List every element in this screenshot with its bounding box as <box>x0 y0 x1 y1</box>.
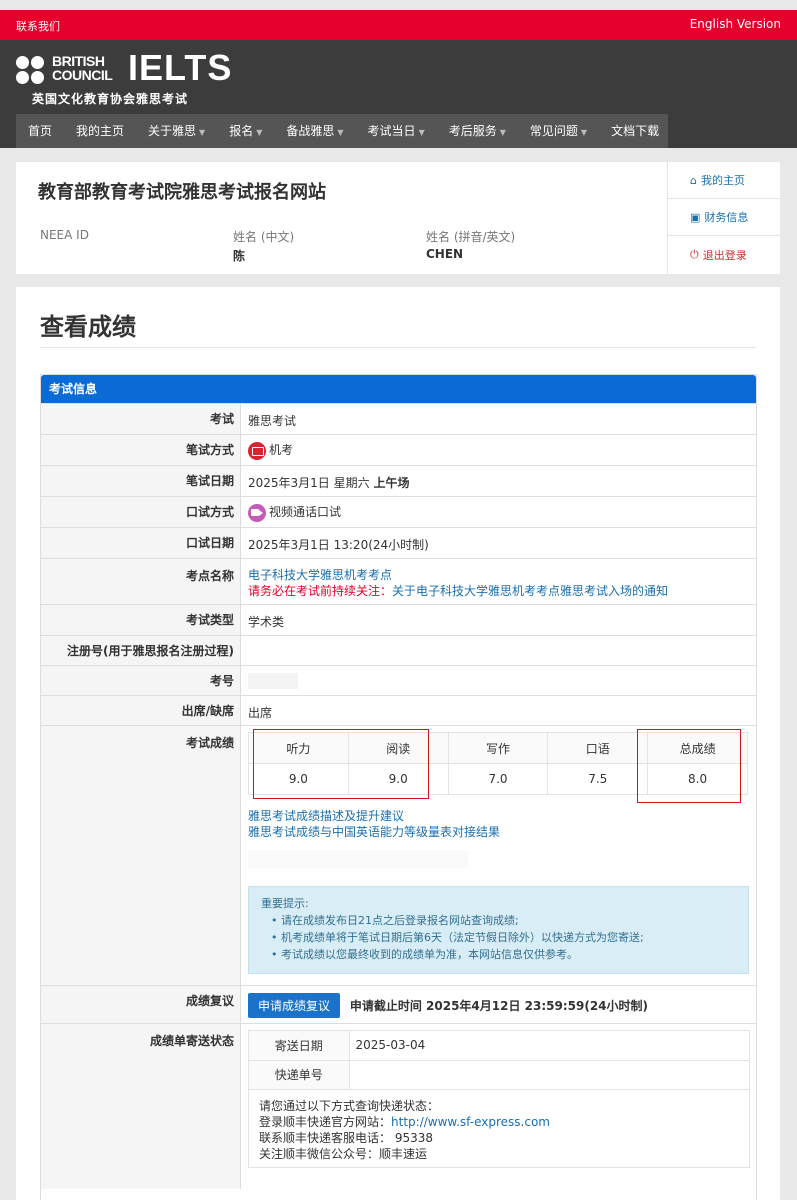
nav-item-6[interactable]: 考后服务 ▼ <box>437 114 518 148</box>
row-candidate-number: 考号 <box>41 665 756 695</box>
redacted-bar <box>248 850 468 868</box>
page-title: 查看成绩 <box>40 313 136 341</box>
panel-title: 考试信息 <box>41 375 756 403</box>
video-call-icon <box>248 503 266 522</box>
row-exam: 考试 雅思考试 <box>41 403 756 434</box>
row-venue: 考点名称 电子科技大学雅思机考考点 请务必在考试前持续关注：关于电子科技大学雅思… <box>41 558 756 604</box>
briefcase-icon: ▣ <box>690 210 701 224</box>
british-council-wordmark: BRITISH COUNCIL <box>52 53 113 83</box>
score-value-3: 7.5 <box>547 763 649 795</box>
row-oral-date: 口试日期 2025年3月1日 13:20(24小时制) <box>41 527 756 558</box>
nav-item-5[interactable]: 考试当日 ▼ <box>356 114 437 148</box>
score-header-2: 写作 <box>447 732 549 764</box>
top-bar: 联系我们 English Version <box>0 10 797 40</box>
row-recheck: 成绩复议 申请成绩复议 申请截止时间 2025年4月12日 23:59:59(2… <box>41 985 756 1023</box>
name-en-label: 姓名 (拼音/英文) <box>426 230 516 244</box>
profile-card: 教育部教育考试院雅思考试报名网站 NEEA ID 姓名 (中文) 陈 姓名 (拼… <box>16 162 780 274</box>
nav-item-4[interactable]: 备战雅思 ▼ <box>274 114 355 148</box>
row-mail-status: 成绩单寄送状态 寄送日期 2025-03-04 快递单号 请您通过以下方式查询快… <box>41 1023 756 1189</box>
score-value-2: 7.0 <box>447 763 549 795</box>
row-exam-type: 考试类型 学术类 <box>41 604 756 635</box>
nav-item-0[interactable]: 首页 <box>16 114 64 148</box>
nav-item-2[interactable]: 关于雅思 ▼ <box>136 114 217 148</box>
exam-info-panel: 考试信息 考试 雅思考试 笔试方式 机考 笔试日期 2025年3月1日 星期六 … <box>40 374 757 1200</box>
tracking-number-value <box>349 1060 749 1090</box>
sf-express-link[interactable]: http://www.sf-express.com <box>391 1115 550 1129</box>
side-menu: ⌂ 我的主页 ▣ 财务信息 ⏻ 退出登录 <box>667 162 780 274</box>
site-title: 教育部教育考试院雅思考试报名网站 <box>38 182 326 203</box>
side-logout[interactable]: ⏻ 退出登录 <box>668 236 780 273</box>
title-divider <box>40 347 756 348</box>
venue-notice-link[interactable]: 关于电子科技大学雅思机考考点雅思考试入场的通知 <box>392 584 668 598</box>
brand-subtitle: 英国文化教育协会雅思考试 <box>32 92 189 106</box>
row-registration-number: 注册号(用于雅思报名注册过程) <box>41 635 756 665</box>
row-written-mode: 笔试方式 机考 <box>41 434 756 465</box>
row-scores: 考试成绩 听力 阅读 写作 口语 总成绩 9.0 9.0 7.0 7.5 8.0 雅思考试成绩描… <box>41 725 756 985</box>
venue-link[interactable]: 电子科技大学雅思机考考点 <box>248 568 392 582</box>
british-council-dots-icon <box>16 56 46 86</box>
chevron-down-icon: ▼ <box>199 128 206 137</box>
computer-icon <box>248 441 266 460</box>
chevron-down-icon: ▼ <box>580 128 588 137</box>
highlight-box-overall <box>637 729 741 803</box>
side-my-home[interactable]: ⌂ 我的主页 <box>668 162 780 199</box>
nav-item-3[interactable]: 报名 ▼ <box>217 114 274 148</box>
recheck-deadline: 申请截止时间 2025年4月12日 23:59:59(24小时制) <box>349 999 649 1013</box>
chevron-down-icon: ▼ <box>418 128 425 137</box>
ielts-wordmark: IELTS <box>128 47 233 88</box>
row-written-date: 笔试日期 2025年3月1日 星期六 上午场 <box>41 465 756 496</box>
name-cn-label: 姓名 (中文) <box>233 230 295 244</box>
mail-info: 请您通过以下方式查询快递状态： 登录顺丰快递官方网站：http://www.sf… <box>259 1098 550 1161</box>
important-tip: 重要提示: 请在成绩发布日21点之后登录报名网站查询成绩; 机考成绩单将于笔试日… <box>248 886 749 974</box>
nav-item-1[interactable]: 我的主页 <box>64 114 136 148</box>
english-version-link[interactable]: English Version <box>690 17 781 31</box>
score-links: 雅思考试成绩描述及提升建议 雅思考试成绩与中国英语能力等级量表对接结果 <box>248 808 500 840</box>
home-icon: ⌂ <box>690 173 697 187</box>
name-en-value: CHEN <box>426 247 464 261</box>
name-cn-value: 陈 <box>233 249 246 263</box>
highlight-box-listening-reading <box>253 729 429 799</box>
neea-id-label: NEEA ID <box>40 228 89 242</box>
score-header-3: 口语 <box>547 732 649 764</box>
chevron-down-icon: ▼ <box>499 128 506 137</box>
contact-link[interactable]: 联系我们 <box>16 18 60 34</box>
chevron-down-icon: ▼ <box>337 128 344 137</box>
score-description-link[interactable]: 雅思考试成绩描述及提升建议 <box>248 809 404 823</box>
main-nav: 首页 我的主页 关于雅思 ▼ 报名 ▼ 备战雅思 ▼ 考试当日 ▼ 考后服务 ▼ 常见问题 ▼ 文档下载 <box>16 114 668 148</box>
candidate-number-redacted <box>248 673 298 689</box>
side-finance[interactable]: ▣ 财务信息 <box>668 199 780 236</box>
site-header: BRITISH COUNCIL IELTS 英国文化教育协会雅思考试 首页 我的主页… <box>0 40 797 148</box>
nav-item-7[interactable]: 常见问题 ▼ <box>518 114 599 148</box>
browser-top-strip <box>0 0 797 10</box>
mail-status-box: 寄送日期 2025-03-04 快递单号 请您通过以下方式查询快递状态： 登录顺… <box>248 1030 750 1168</box>
power-icon: ⏻ <box>690 247 699 261</box>
score-card: 查看成绩 考试信息 考试 雅思考试 笔试方式 机考 笔试日期 2025年3月1日… <box>16 287 780 1200</box>
apply-recheck-button[interactable]: 申请成绩复议 <box>248 993 341 1018</box>
chevron-down-icon: ▼ <box>256 128 263 137</box>
nav-item-8[interactable]: 文档下载 <box>599 114 671 148</box>
row-oral-mode: 口试方式 视频通话口试 <box>41 496 756 527</box>
row-attendance: 出席/缺席 出席 <box>41 695 756 725</box>
score-cse-link[interactable]: 雅思考试成绩与中国英语能力等级量表对接结果 <box>248 825 500 839</box>
